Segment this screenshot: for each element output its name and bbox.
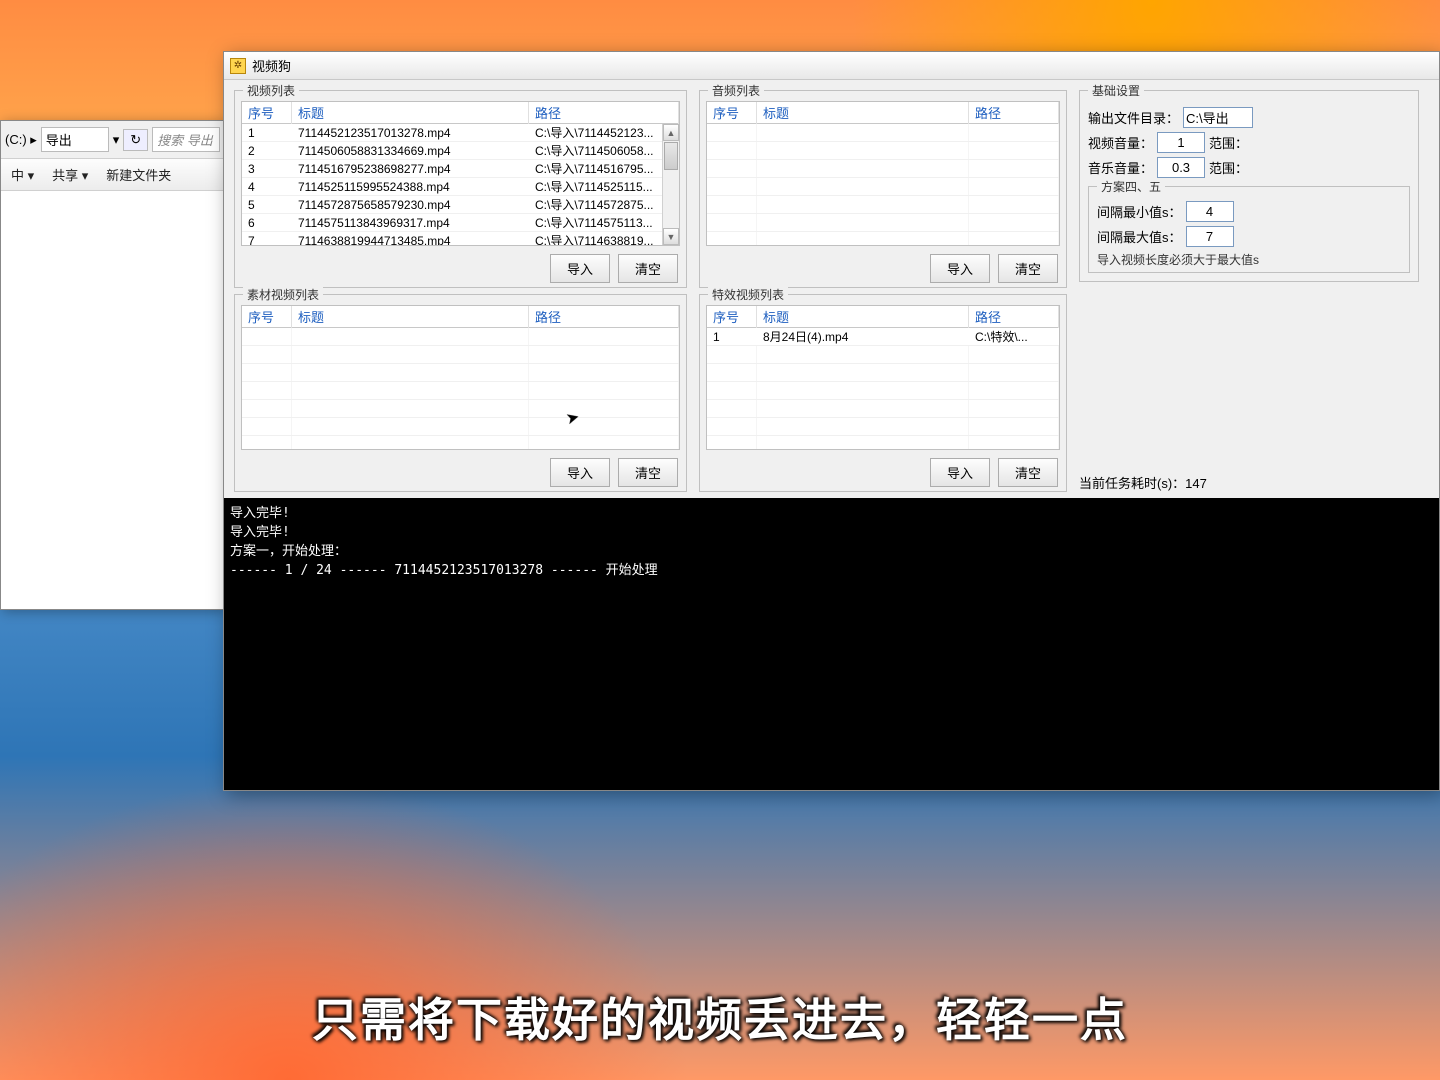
app-icon: ✲ [230, 58, 246, 74]
col-path[interactable]: 路径 [969, 305, 1059, 328]
effect-import-button[interactable]: 导入 [930, 458, 990, 487]
settings-panel: 基础设置 输出文件目录： 视频音量： 范围： 音乐音量： 范围： [1079, 90, 1419, 282]
video-vol-label: 视频音量： [1088, 133, 1153, 152]
col-path[interactable]: 路径 [529, 305, 679, 328]
video-list-legend: 视频列表 [243, 82, 299, 99]
scroll-thumb[interactable] [664, 142, 678, 170]
explorer-path-folder[interactable]: 导出 [41, 127, 109, 152]
explorer-toolbar-share[interactable]: 共享 ▾ [52, 165, 88, 184]
settings-note: 导入视频长度必须大于最大值s [1097, 251, 1401, 268]
table-row[interactable]: 37114516795238698277.mp4C:\导入\7114516795… [242, 160, 679, 178]
dropdown-icon[interactable]: ▾ [113, 132, 120, 148]
scheme45-legend: 方案四、五 [1097, 178, 1165, 195]
audio-table-header[interactable]: 序号 标题 路径 [707, 102, 1059, 124]
music-vol-label: 音乐音量： [1088, 158, 1153, 177]
music-vol-range: 范围： [1209, 158, 1248, 177]
material-clear-button[interactable]: 清空 [618, 458, 678, 487]
effect-list-panel: 特效视频列表 序号 标题 路径 18月24日(4).mp4C:\特效\... 导… [699, 294, 1067, 492]
output-dir-label: 输出文件目录： [1088, 108, 1179, 127]
video-table-header[interactable]: 序号 标题 路径 [242, 102, 679, 124]
refresh-icon[interactable]: ↻ [123, 129, 148, 151]
console-output: 导入完毕! 导入完毕! 方案一，开始处理： ------ 1 / 24 ----… [224, 498, 1439, 790]
task-time-status: 当前任务耗时(s)：147 [1079, 473, 1419, 492]
effect-table-header[interactable]: 序号 标题 路径 [707, 306, 1059, 328]
video-clear-button[interactable]: 清空 [618, 254, 678, 283]
material-import-button[interactable]: 导入 [550, 458, 610, 487]
explorer-drive: (C:) ▸ [5, 132, 37, 148]
material-list-legend: 素材视频列表 [243, 286, 323, 303]
effect-clear-button[interactable]: 清空 [998, 458, 1058, 487]
explorer-window: (C:) ▸ 导出 ▾ ↻ 搜索 导出 中 ▾ 共享 ▾ 新建文件夹 [0, 120, 225, 610]
col-title[interactable]: 标题 [757, 305, 969, 328]
explorer-toolbar-mid[interactable]: 中 ▾ [11, 165, 34, 184]
audio-clear-button[interactable]: 清空 [998, 254, 1058, 283]
scheme45-panel: 方案四、五 间隔最小值s： 间隔最大值s： 导入视频长度必须大于最大值s [1088, 186, 1410, 273]
video-vol-input[interactable] [1157, 132, 1205, 153]
table-row[interactable]: 57114572875658579230.mp4C:\导入\7114572875… [242, 196, 679, 214]
material-list-panel: 素材视频列表 序号 标题 路径 [234, 294, 687, 492]
app-window: ✲ 视频狗 视频列表 序号 标题 路径 17114452123517013278… [223, 51, 1440, 791]
audio-import-button[interactable]: 导入 [930, 254, 990, 283]
scroll-up-icon[interactable]: ▲ [663, 124, 679, 141]
titlebar[interactable]: ✲ 视频狗 [224, 52, 1439, 80]
video-import-button[interactable]: 导入 [550, 254, 610, 283]
col-idx[interactable]: 序号 [242, 101, 292, 124]
col-idx[interactable]: 序号 [242, 305, 292, 328]
effect-list-legend: 特效视频列表 [708, 286, 788, 303]
table-row[interactable]: 77114638819944713485.mp4C:\导入\7114638819… [242, 232, 679, 245]
gap-min-label: 间隔最小值s： [1097, 202, 1182, 221]
col-title[interactable]: 标题 [292, 305, 529, 328]
gap-max-label: 间隔最大值s： [1097, 227, 1182, 246]
audio-list-panel: 音频列表 序号 标题 路径 [699, 90, 1067, 288]
table-row[interactable]: 17114452123517013278.mp4C:\导入\7114452123… [242, 124, 679, 142]
audio-list-legend: 音频列表 [708, 82, 764, 99]
output-dir-input[interactable] [1183, 107, 1253, 128]
table-row[interactable]: 18月24日(4).mp4C:\特效\... [707, 328, 1059, 346]
col-idx[interactable]: 序号 [707, 305, 757, 328]
table-row[interactable]: 67114575113843969317.mp4C:\导入\7114575113… [242, 214, 679, 232]
gap-min-input[interactable] [1186, 201, 1234, 222]
col-title[interactable]: 标题 [757, 101, 969, 124]
explorer-toolbar-newfolder[interactable]: 新建文件夹 [106, 165, 171, 184]
gap-max-input[interactable] [1186, 226, 1234, 247]
table-row[interactable]: 27114506058831334669.mp4C:\导入\7114506058… [242, 142, 679, 160]
explorer-search-input[interactable]: 搜索 导出 [152, 127, 220, 152]
col-title[interactable]: 标题 [292, 101, 529, 124]
music-vol-input[interactable] [1157, 157, 1205, 178]
video-list-panel: 视频列表 序号 标题 路径 17114452123517013278.mp4C:… [234, 90, 687, 288]
col-path[interactable]: 路径 [969, 101, 1059, 124]
scrollbar[interactable]: ▲ ▼ [662, 124, 679, 245]
material-table-header[interactable]: 序号 标题 路径 [242, 306, 679, 328]
scroll-down-icon[interactable]: ▼ [663, 228, 679, 245]
video-vol-range: 范围： [1209, 133, 1248, 152]
app-title: 视频狗 [252, 56, 291, 75]
settings-legend: 基础设置 [1088, 82, 1144, 99]
col-path[interactable]: 路径 [529, 101, 679, 124]
table-row[interactable]: 47114525115995524388.mp4C:\导入\7114525115… [242, 178, 679, 196]
col-idx[interactable]: 序号 [707, 101, 757, 124]
